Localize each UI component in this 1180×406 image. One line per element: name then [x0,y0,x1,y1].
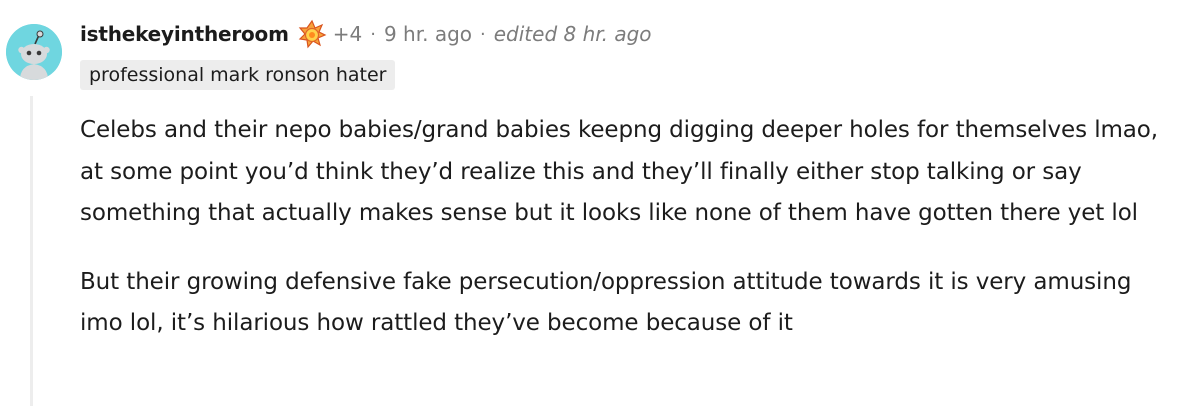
edited-timestamp: edited 8 hr. ago [493,22,652,46]
comment-header: isthekeyintheroom +4 · 9 hr. ago · edite… [80,18,652,50]
username-link[interactable]: isthekeyintheroom [80,22,289,46]
avatar[interactable] [6,24,62,80]
snoo-avatar-icon [6,24,62,80]
thread-line[interactable] [30,96,33,406]
separator-dot: · [370,23,376,45]
separator-dot: · [480,23,486,45]
comment: isthekeyintheroom +4 · 9 hr. ago · edite… [0,0,1180,406]
comment-paragraph: But their growing defensive fake persecu… [80,268,1132,337]
award-icon[interactable] [297,19,327,49]
user-flair: professional mark ronson hater [80,60,396,90]
comment-body: Celebs and their nepo babies/grand babie… [80,110,1160,345]
comment-score: +4 [332,22,363,46]
timestamp-link[interactable]: 9 hr. ago [384,22,472,46]
comment-paragraph: Celebs and their nepo babies/grand babie… [80,117,1158,226]
